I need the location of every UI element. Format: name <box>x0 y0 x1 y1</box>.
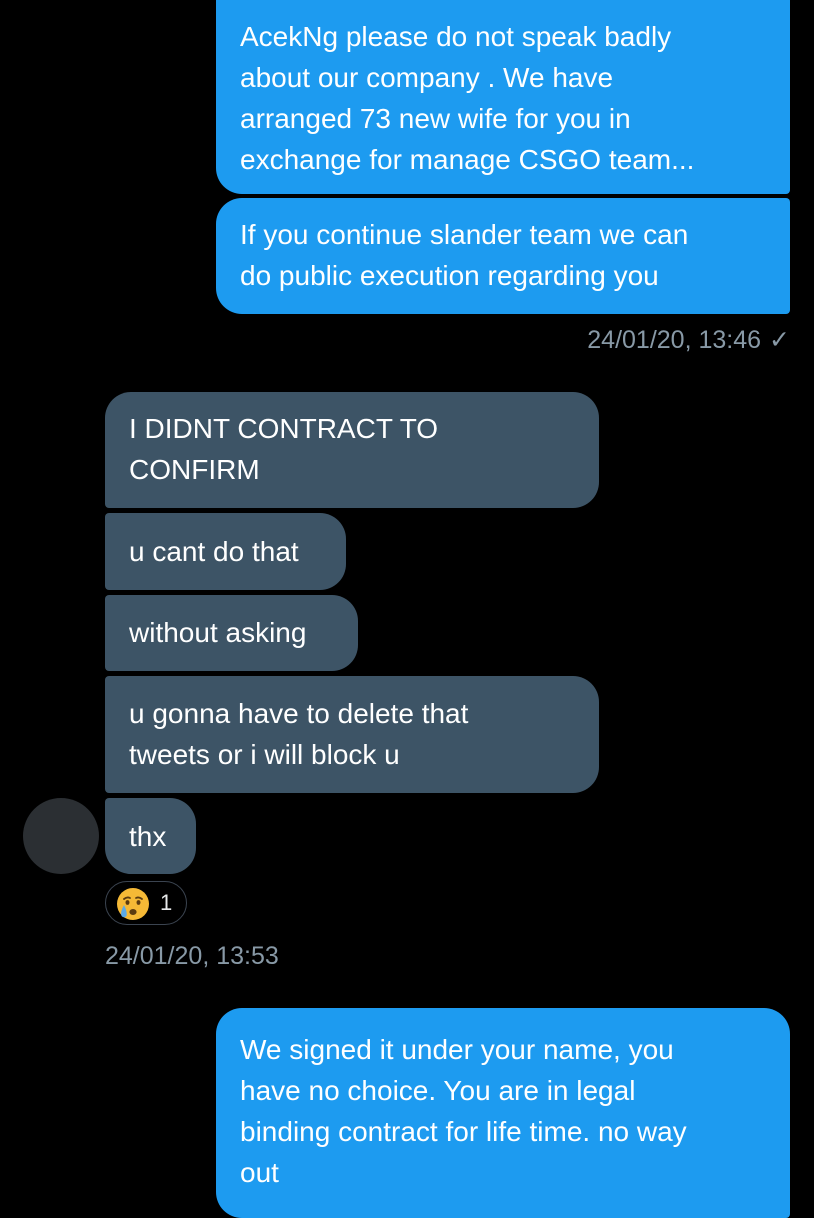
sent-message[interactable]: If you continue slander team we can do p… <box>216 198 790 314</box>
avatar[interactable] <box>23 798 99 874</box>
reaction-badge[interactable]: 1 <box>105 881 187 925</box>
message-timestamp: 24/01/20, 13:53 <box>105 942 279 970</box>
sent-message[interactable]: We signed it under your name, you have n… <box>216 1008 790 1218</box>
read-check-icon: ✓ <box>769 326 790 354</box>
message-timestamp: 24/01/20, 13:46 ✓ <box>587 325 790 355</box>
received-message[interactable]: thx <box>105 798 196 874</box>
timestamp-text: 24/01/20, 13:46 <box>587 326 762 354</box>
reaction-count: 1 <box>160 890 173 915</box>
crying-face-icon <box>117 888 149 920</box>
received-message[interactable]: without asking <box>105 595 358 671</box>
received-message[interactable]: u gonna have to delete that tweets or i … <box>105 676 599 793</box>
received-message[interactable]: u cant do that <box>105 513 346 590</box>
received-message[interactable]: I DIDNT CONTRACT TO CONFIRM <box>105 392 599 508</box>
sent-message[interactable]: AcekNg please do not speak badly about o… <box>216 0 790 194</box>
